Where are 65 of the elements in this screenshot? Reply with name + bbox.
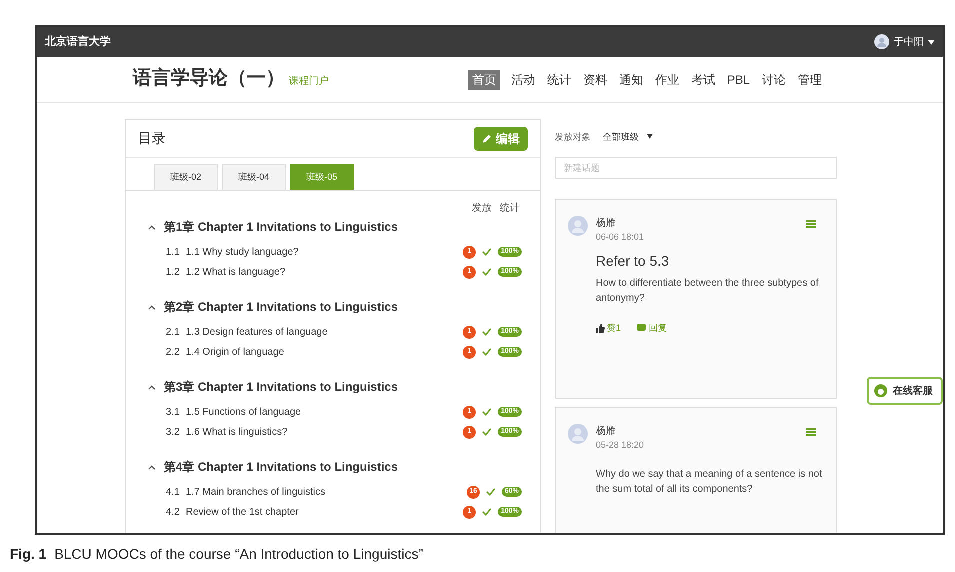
- figure-caption: BLCU MOOCs of the course “An Introduction to Linguistics”: [54, 545, 424, 564]
- section-number: 1.2: [166, 266, 181, 280]
- nav-tab[interactable]: 通知: [618, 70, 644, 88]
- new-topic-field[interactable]: 新建话题: [555, 157, 837, 179]
- chapter-title[interactable]: 第1章 Chapter 1 Invitations to Linguistics: [164, 218, 398, 236]
- thumbs-up-icon: [596, 324, 605, 333]
- section-title[interactable]: 1.4 Origin of language: [186, 344, 284, 360]
- chapter-title[interactable]: 第3章 Chapter 1 Invitations to Linguistics: [164, 378, 398, 396]
- figure-label: Fig. 1: [10, 545, 47, 564]
- column-label: 发放: [472, 202, 492, 216]
- avatar-icon: [568, 424, 588, 444]
- section-title[interactable]: 1.5 Functions of language: [186, 404, 302, 420]
- section-title[interactable]: 1.6 What is linguistics?: [186, 424, 288, 440]
- chapter-title[interactable]: 第2章 Chapter 1 Invitations to Linguistics: [164, 298, 398, 316]
- section-number: 1.1: [166, 246, 181, 260]
- section-number: 2.1: [166, 326, 181, 340]
- nav-tab[interactable]: 考试: [690, 70, 716, 88]
- avatar-icon: [568, 216, 588, 236]
- section-title[interactable]: 1.2 What is language?: [186, 264, 286, 280]
- post-body: How to differentiate between the three subtypes of antonymy?: [596, 276, 820, 306]
- nav-tab[interactable]: 资料: [582, 70, 608, 88]
- nav-tab[interactable]: 首页: [468, 70, 500, 90]
- section-title[interactable]: 1.1 Why study language?: [186, 244, 299, 260]
- class-tab[interactable]: 班级-04: [222, 164, 286, 190]
- nav-tab[interactable]: 讨论: [761, 70, 787, 88]
- avatar-icon: [874, 34, 890, 50]
- chapter-title[interactable]: 第4章 Chapter 1 Invitations to Linguistics: [164, 458, 398, 476]
- nav-tab[interactable]: 活动: [510, 70, 536, 88]
- nav-tab[interactable]: 统计: [546, 70, 572, 88]
- menu-icon[interactable]: [806, 220, 816, 228]
- audience-dropdown[interactable]: 全部班级: [603, 131, 653, 145]
- section-title[interactable]: 1.3 Design features of language: [186, 324, 328, 340]
- caret-down-icon: [928, 40, 935, 44]
- author-name: 杨雁: [596, 424, 617, 439]
- pencil-icon: [482, 134, 492, 144]
- column-label: 统计: [500, 202, 520, 216]
- post-title: Refer to 5.3: [596, 252, 670, 270]
- collapse-caret-icon[interactable]: [148, 464, 156, 470]
- course-title: 语言学导论（一）: [133, 66, 285, 92]
- section-title[interactable]: 1.7 Main branches of linguistics: [186, 484, 326, 500]
- section-number: 4.1: [166, 486, 181, 500]
- caret-down-icon: [647, 134, 653, 140]
- audience-label: 发放对象: [555, 131, 591, 144]
- author-name: 杨雁: [596, 216, 617, 231]
- section-number: 2.2: [166, 346, 181, 360]
- site-name: 北京语言大学: [45, 34, 111, 50]
- menu-icon[interactable]: [806, 428, 816, 436]
- collapse-caret-icon[interactable]: [148, 224, 156, 230]
- post-time: 05-28 18:20: [596, 439, 644, 452]
- panel-title: 目录: [138, 129, 166, 148]
- section-number: 3.1: [166, 406, 181, 420]
- speech-bubble-icon: [637, 324, 646, 332]
- nav-tab[interactable]: PBL: [726, 70, 751, 88]
- collapse-caret-icon[interactable]: [148, 304, 156, 310]
- collapse-caret-icon[interactable]: [148, 384, 156, 390]
- user-menu[interactable]: 于中阳: [874, 34, 935, 50]
- post-body: Why do we say that a meaning of a sentence is not the sum total of all its components?: [596, 468, 824, 496]
- nav-tab[interactable]: 管理: [797, 70, 823, 88]
- section-title[interactable]: Review of the 1st chapter: [186, 504, 299, 520]
- class-tab[interactable]: 班级-02: [154, 164, 218, 190]
- nav-tab[interactable]: 作业: [654, 70, 680, 88]
- support-button[interactable]: 在线客服: [867, 377, 943, 405]
- section-number: 3.2: [166, 426, 181, 440]
- section-number: 4.2: [166, 506, 181, 520]
- post-time: 06-06 18:01: [596, 231, 644, 244]
